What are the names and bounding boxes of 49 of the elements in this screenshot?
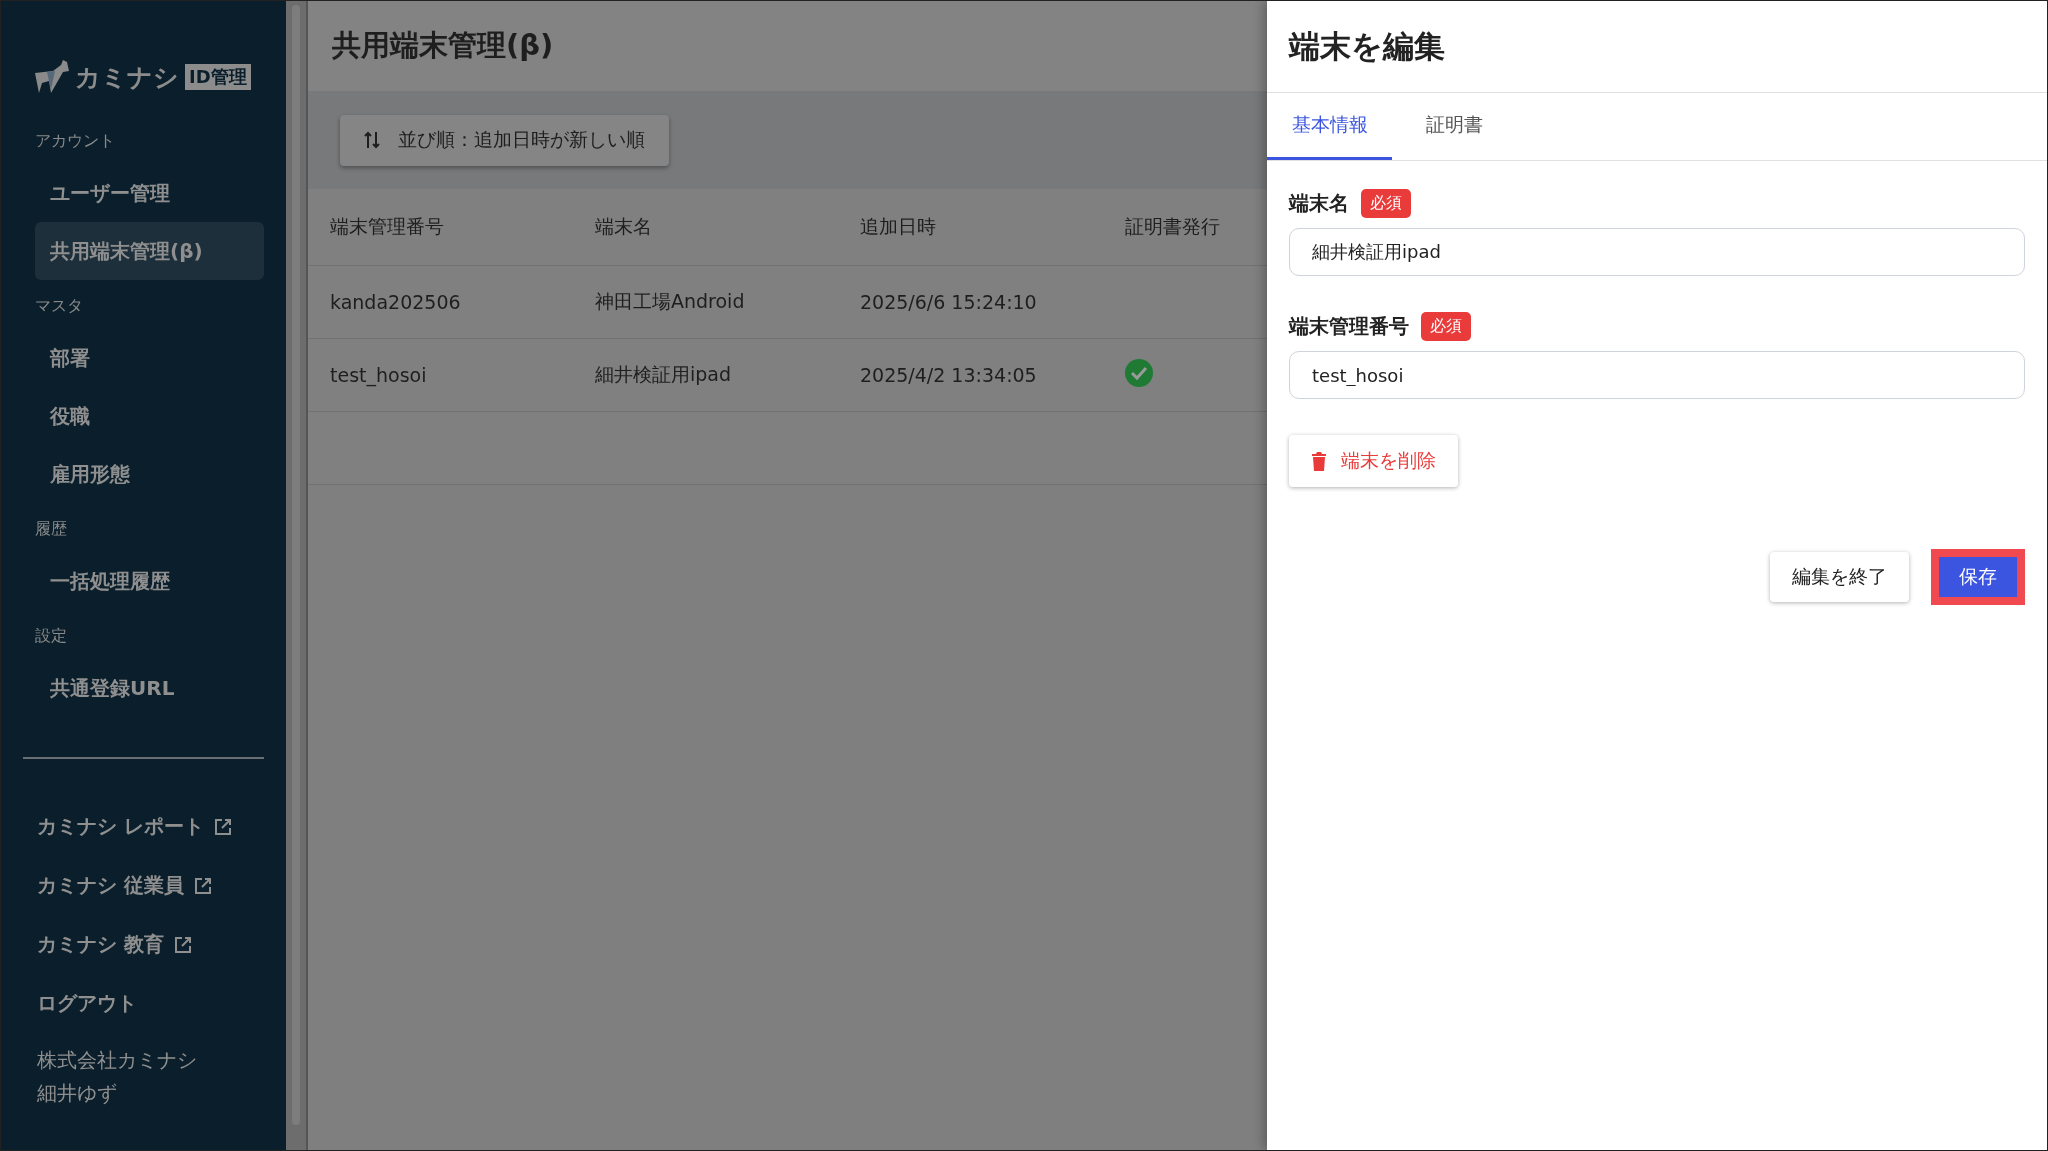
sort-icon <box>364 130 380 150</box>
table-cell-text: kanda202506 <box>330 291 462 313</box>
table-cell-text: test_hosoi <box>330 364 428 386</box>
logo-badge: ID管理 <box>185 64 251 90</box>
section-heading: マスタ <box>34 295 84 317</box>
table-cell-text: 細井検証用ipad <box>595 362 733 387</box>
external-link-icon <box>193 876 212 895</box>
external-link-icon <box>213 817 232 836</box>
nav-item[interactable]: 部署 <box>35 329 264 387</box>
external-link-icon <box>173 935 192 954</box>
nav-link[interactable]: カミナシ 従業員 <box>37 872 184 899</box>
nav-item[interactable]: 雇用形態 <box>35 445 264 503</box>
nav-link[interactable]: ログアウト <box>37 990 137 1017</box>
required-badge: 必須 <box>1361 189 1411 218</box>
check-circle-icon <box>1125 359 1153 387</box>
nav-item[interactable]: 共通登録URL <box>35 659 264 717</box>
required-badge: 必須 <box>1421 312 1471 341</box>
column-header: 追加日時 <box>860 214 937 239</box>
table-cell-text: 神田工場Android <box>595 289 746 314</box>
tab[interactable]: 基本情報 <box>1267 93 1392 160</box>
column-header: 証明書発行 <box>1125 214 1221 239</box>
section-heading: 設定 <box>34 625 68 647</box>
goat-logo-icon <box>33 59 71 95</box>
table-cell-text: 2025/6/6 15:24:10 <box>860 291 1038 313</box>
nav-link[interactable]: カミナシ レポート <box>37 813 204 840</box>
page-title: 共用端末管理(β) <box>332 27 554 64</box>
column-header: 端末管理番号 <box>330 214 445 239</box>
close-edit-button[interactable]: 編集を終了 <box>1770 552 1909 602</box>
tab[interactable]: 証明書 <box>1392 93 1517 160</box>
input-field[interactable]: test_hosoi <box>1289 351 2025 399</box>
section-heading: アカウント <box>34 130 116 152</box>
nav-item[interactable]: 役職 <box>35 387 264 445</box>
logo-text: カミナシ <box>75 61 179 94</box>
table-cell-text: 2025/4/2 13:34:05 <box>860 364 1038 386</box>
sort-button[interactable]: 並び順：追加日時が新しい順 <box>340 114 669 166</box>
field-label: 端末管理番号 <box>1289 313 1409 340</box>
delete-button[interactable]: 端末を削除 <box>1289 435 1458 487</box>
panel-title: 端末を編集 <box>1289 26 1445 66</box>
nav-link[interactable]: カミナシ 教育 <box>37 931 164 958</box>
user-name: 細井ゆず <box>36 1080 118 1107</box>
nav-item[interactable]: ユーザー管理 <box>35 164 264 222</box>
company-name: 株式会社カミナシ <box>36 1047 198 1074</box>
trash-icon <box>1311 451 1327 471</box>
column-header: 端末名 <box>595 214 653 239</box>
nav-item[interactable]: 共用端末管理(β) <box>35 222 264 280</box>
nav-item[interactable]: 一括処理履歴 <box>35 552 264 610</box>
field-label: 端末名 <box>1289 190 1349 217</box>
section-heading: 履歴 <box>34 518 68 540</box>
input-field[interactable]: 細井検証用ipad <box>1289 228 2025 276</box>
